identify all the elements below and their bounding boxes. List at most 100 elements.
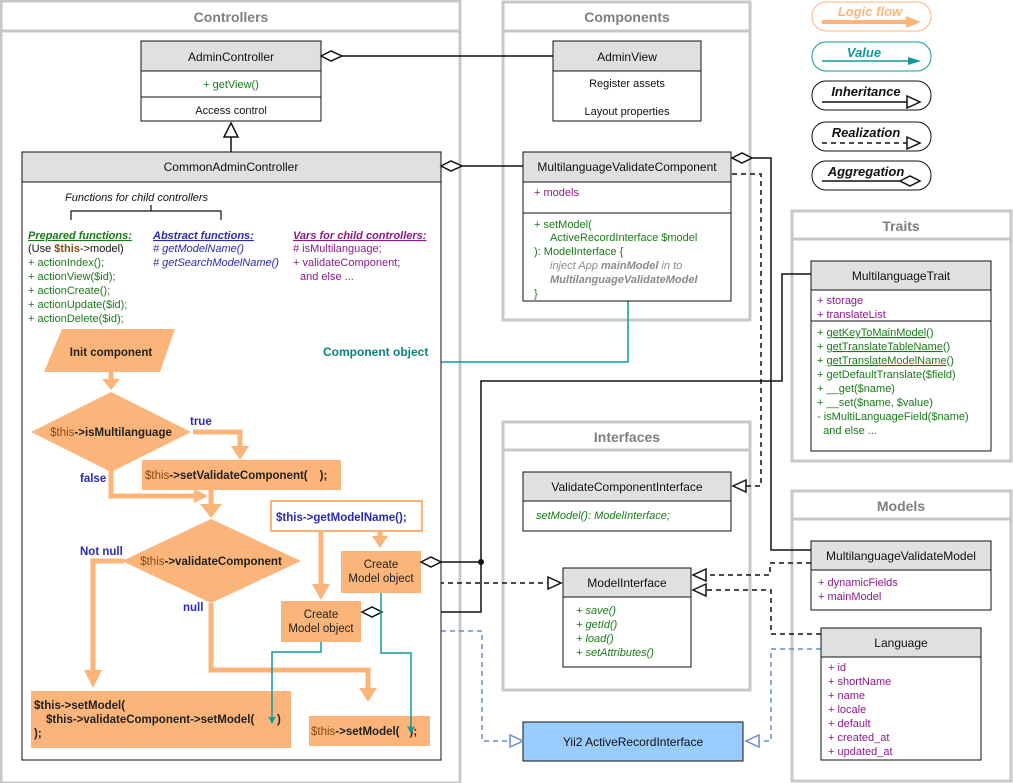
trait-method: + getTranslateModelName() [817, 355, 954, 367]
svg-text:Aggregation: Aggregation [827, 164, 905, 179]
svg-text:$this->setModel(: $this->setModel( [34, 700, 125, 712]
class-multilanguage-validate-model[interactable]: MultilanguageValidateModel + dynamicFiel… [810, 540, 992, 611]
lane-title-components: Components [584, 9, 670, 25]
lane-title-controllers: Controllers [194, 9, 269, 25]
svg-text:$this->isMultilanguage: $this->isMultilanguage [50, 427, 172, 439]
lane-title-models: Models [877, 498, 925, 514]
svg-text:Model object: Model object [348, 573, 414, 585]
legend-realization: Realization [811, 121, 932, 152]
svg-text:and else ...: and else ... [300, 271, 354, 283]
svg-text:+ storage: + storage [817, 295, 863, 307]
flow-create-model-object-1 [341, 551, 421, 593]
svg-text:Create: Create [304, 609, 339, 621]
svg-text:# getSearchModelName(): # getSearchModelName() [153, 257, 279, 269]
class-admin-view[interactable]: AdminView Register assets Layout propert… [552, 40, 702, 122]
svg-text:Create: Create [364, 559, 399, 571]
svg-text:+ validateComponent;: + validateComponent; [293, 257, 400, 269]
svg-text:AdminController: AdminController [188, 50, 274, 64]
svg-text:Logic flow: Logic flow [838, 4, 903, 19]
svg-text:ActiveRecordInterface $model: ActiveRecordInterface $model [550, 232, 697, 244]
legend-logic-flow: Logic flow [811, 1, 932, 32]
svg-text:+ setAttributes(): + setAttributes() [576, 647, 654, 659]
svg-text:+ getId(): + getId() [576, 619, 618, 631]
svg-text:+ actionIndex();: + actionIndex(); [28, 257, 104, 269]
svg-text:inject App mainModel in to: inject App mainModel in to [550, 260, 682, 272]
legend-aggregation: Aggregation [811, 160, 932, 191]
svg-text:+ actionCreate();: + actionCreate(); [28, 285, 110, 297]
class-admin-controller[interactable]: AdminController + getView() Access contr… [140, 40, 344, 122]
svg-text:Access control: Access control [195, 105, 267, 117]
svg-text:Yii2 ActiveRecordInterface: Yii2 ActiveRecordInterface [563, 735, 704, 749]
svg-text:+ models: + models [534, 187, 579, 199]
svg-text:Vars for child controllers:: Vars for child controllers: [293, 230, 427, 242]
svg-text:Value: Value [847, 45, 881, 60]
svg-text:$this->validateComponent: $this->validateComponent [140, 556, 282, 568]
svg-text:+ mainModel: + mainModel [818, 591, 881, 603]
svg-text:Prepared functions:: Prepared functions: [28, 230, 132, 242]
svg-text:Init component: Init component [70, 347, 153, 359]
svg-text:+ dynamicFields: + dynamicFields [818, 577, 898, 589]
svg-text:$this->setValidateComponent();: $this->setValidateComponent(); [145, 470, 327, 482]
lane-title-traits: Traits [882, 218, 920, 234]
legend-value: Value [811, 41, 932, 72]
not-null-label: Not null [80, 546, 123, 558]
svg-text:Functions for child controller: Functions for child controllers [65, 192, 209, 204]
svg-text:ValidateComponentInterface: ValidateComponentInterface [551, 480, 703, 494]
realization-triangle-icon [744, 733, 760, 749]
svg-text:+ translateList: + translateList [817, 309, 886, 321]
svg-text:+ save(): + save() [576, 605, 616, 617]
svg-text:+ load(): + load() [576, 633, 614, 645]
legend-inheritance: Inheritance [811, 80, 932, 111]
svg-text:Layout properties: Layout properties [585, 106, 670, 118]
class-multilanguage-trait[interactable]: MultilanguageTrait + storage + translate… [810, 260, 992, 452]
svg-text:(Use $this->model): (Use $this->model) [28, 243, 124, 255]
trait-method: - isMultiLanguageField($name) [817, 411, 969, 423]
svg-text:# getModelName(): # getModelName() [153, 243, 244, 255]
trait-method: + __get($name) [817, 383, 895, 395]
trait-method: + getDefaultTranslate($field) [817, 369, 956, 381]
svg-text:MultilanguageValidateComponent: MultilanguageValidateComponent [537, 160, 717, 174]
architecture-diagram: Controllers Components Traits Interfaces… [0, 0, 1013, 783]
language-field: + locale [828, 704, 866, 716]
language-field: + id [828, 662, 846, 674]
language-field: + updated_at [828, 746, 893, 758]
svg-text:): ) [277, 714, 281, 726]
svg-text:Abstract functions:: Abstract functions: [152, 230, 254, 242]
realization-triangle-icon [509, 733, 525, 749]
svg-text:# isMultilanguage;: # isMultilanguage; [293, 243, 382, 255]
svg-text:AdminView: AdminView [597, 50, 657, 64]
class-multilanguage-validate-component[interactable]: MultilanguageValidateComponent + models … [522, 151, 754, 302]
language-field: + default [828, 718, 871, 730]
null-label: null [183, 602, 203, 614]
svg-text:MultilanguageTrait: MultilanguageTrait [852, 269, 951, 283]
svg-text:): ModelInterface {: ): ModelInterface { [534, 246, 624, 258]
svg-text:Language: Language [874, 636, 928, 650]
trait-method: + getKeyToMainModel() [817, 327, 933, 339]
component-object-label: Component object [323, 345, 428, 359]
svg-text:setModel(): ModelInterface;: setModel(): ModelInterface; [536, 510, 670, 522]
class-validate-component-interface[interactable]: ValidateComponentInterface setModel(): M… [522, 471, 747, 532]
class-language[interactable]: Language + id + shortName + name + locale + … [820, 627, 982, 761]
class-active-record-interface[interactable]: Yii2 ActiveRecordInterface [509, 721, 760, 762]
class-model-interface[interactable]: ModelInterface + save() + getId() + load… [547, 567, 707, 668]
svg-text:$this->getModelName();: $this->getModelName(); [276, 512, 407, 524]
true-label: true [190, 416, 212, 428]
svg-text:+ actionView($id);: + actionView($id); [28, 271, 116, 283]
legend: Logic flow Value Inheritance Realization… [811, 1, 932, 191]
language-field: + name [828, 690, 865, 702]
svg-text:}: } [534, 288, 538, 300]
svg-text:MultilanguageValidateModel: MultilanguageValidateModel [826, 549, 976, 563]
svg-text:CommonAdminController: CommonAdminController [164, 160, 299, 174]
lane-title-interfaces: Interfaces [594, 429, 660, 445]
svg-text:);: ); [34, 728, 42, 740]
trait-method: + __set($name, $value) [817, 397, 933, 409]
svg-text:Register assets: Register assets [589, 78, 665, 90]
flow-create-model-object-2 [281, 601, 361, 642]
svg-text:Realization: Realization [832, 125, 901, 140]
svg-text:$this->validateComponent->setM: $this->validateComponent->setModel( [46, 714, 254, 726]
svg-text:ModelInterface: ModelInterface [587, 576, 667, 590]
svg-text:Inheritance: Inheritance [831, 84, 900, 99]
svg-text:+ setModel(: + setModel( [534, 219, 592, 231]
language-field: + shortName [828, 676, 891, 688]
svg-text:MultilanguageValidateModel: MultilanguageValidateModel [550, 274, 698, 286]
